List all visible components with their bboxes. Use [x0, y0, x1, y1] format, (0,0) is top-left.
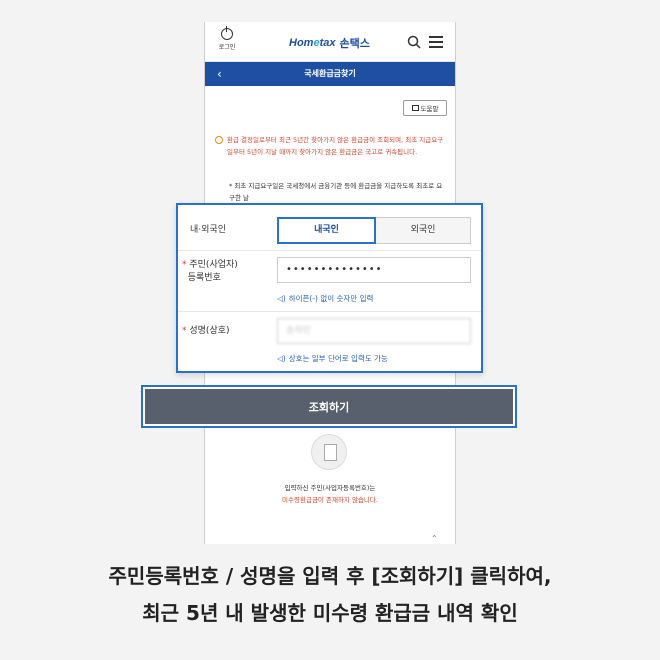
id-hint: ◁) 하이픈(-) 없이 숫자만 입력	[277, 294, 374, 303]
help-label: 도움말	[420, 105, 439, 113]
hometax-logo[interactable]: Hometax 손택스	[289, 35, 370, 51]
notice-detail: * 최초 지급요구일은 국세청에서 금융기관 등에 환급금을 지급하도록 최초로…	[229, 182, 443, 202]
page-header: ‹ 국세환급금찾기	[205, 62, 455, 86]
chevron-up-icon[interactable]: ⌃	[431, 534, 438, 543]
tab-domestic[interactable]: 내국인	[277, 217, 376, 244]
form-panel: 내·외국인 내국인 외국인 * 주민(사업자) 등록번호 •••••••••••…	[176, 203, 483, 373]
name-hint: ◁) 상호는 일부 단어로 입력도 가능	[277, 354, 388, 363]
query-button-frame: 조회하기	[141, 385, 517, 428]
logo-name: 손택스	[339, 37, 370, 50]
id-number-field[interactable]: ••••••••••••••	[277, 257, 471, 283]
power-icon	[221, 26, 233, 40]
id-label: * 주민(사업자) 등록번호	[182, 260, 238, 283]
result-message: 입력하신 주민(사업자등록번호)는 미수령환급금이 존재하지 않습니다.	[205, 482, 455, 506]
result-line-2: 미수령환급금이 존재하지 않습니다.	[282, 496, 378, 504]
top-bar: 로그인 Hometax 손택스	[205, 22, 455, 62]
login-button[interactable]: 로그인	[217, 26, 237, 51]
caption-line-1: 주민등록번호 / 성명을 입력 후 [조회하기] 클릭하여,	[108, 564, 552, 588]
caption-line-2: 최근 5년 내 발생한 미수령 환급금 내역 확인	[142, 601, 518, 625]
divider	[178, 311, 481, 312]
speaker-icon: ◁)	[277, 294, 286, 303]
tab-foreign[interactable]: 외국인	[376, 217, 471, 244]
page-title: 국세환급금찾기	[304, 69, 356, 78]
info-icon	[215, 136, 223, 144]
stage: 로그인 Hometax 손택스 ‹ 국세환급금찾기 도움말 환급 결정일로부터 …	[0, 0, 660, 660]
caption: 주민등록번호 / 성명을 입력 후 [조회하기] 클릭하여, 최근 5년 내 발…	[0, 558, 660, 632]
query-button[interactable]: 조회하기	[145, 389, 513, 424]
result-line-1: 입력하신 주민(사업자등록번호)는	[284, 484, 376, 492]
name-label: * 성명(상호)	[182, 326, 230, 336]
name-field[interactable]: 송하민	[277, 318, 471, 344]
book-icon	[411, 105, 419, 111]
search-icon[interactable]	[407, 35, 421, 49]
divider	[178, 250, 481, 251]
menu-icon[interactable]	[429, 36, 443, 48]
login-label: 로그인	[218, 44, 236, 51]
help-button[interactable]: 도움말	[403, 100, 447, 116]
notice-text: 환급 결정일로부터 최근 5년간 찾아가지 않은 환급금이 조회되며, 최초 지…	[227, 136, 444, 156]
logo-brand: Hometax	[289, 37, 336, 49]
speaker-icon: ◁)	[277, 354, 286, 363]
nationality-label: 내·외국인	[190, 225, 226, 235]
document-icon	[311, 434, 347, 470]
refund-notice: 환급 결정일로부터 최근 5년간 찾아가지 않은 환급금이 조회되며, 최초 지…	[215, 134, 447, 158]
